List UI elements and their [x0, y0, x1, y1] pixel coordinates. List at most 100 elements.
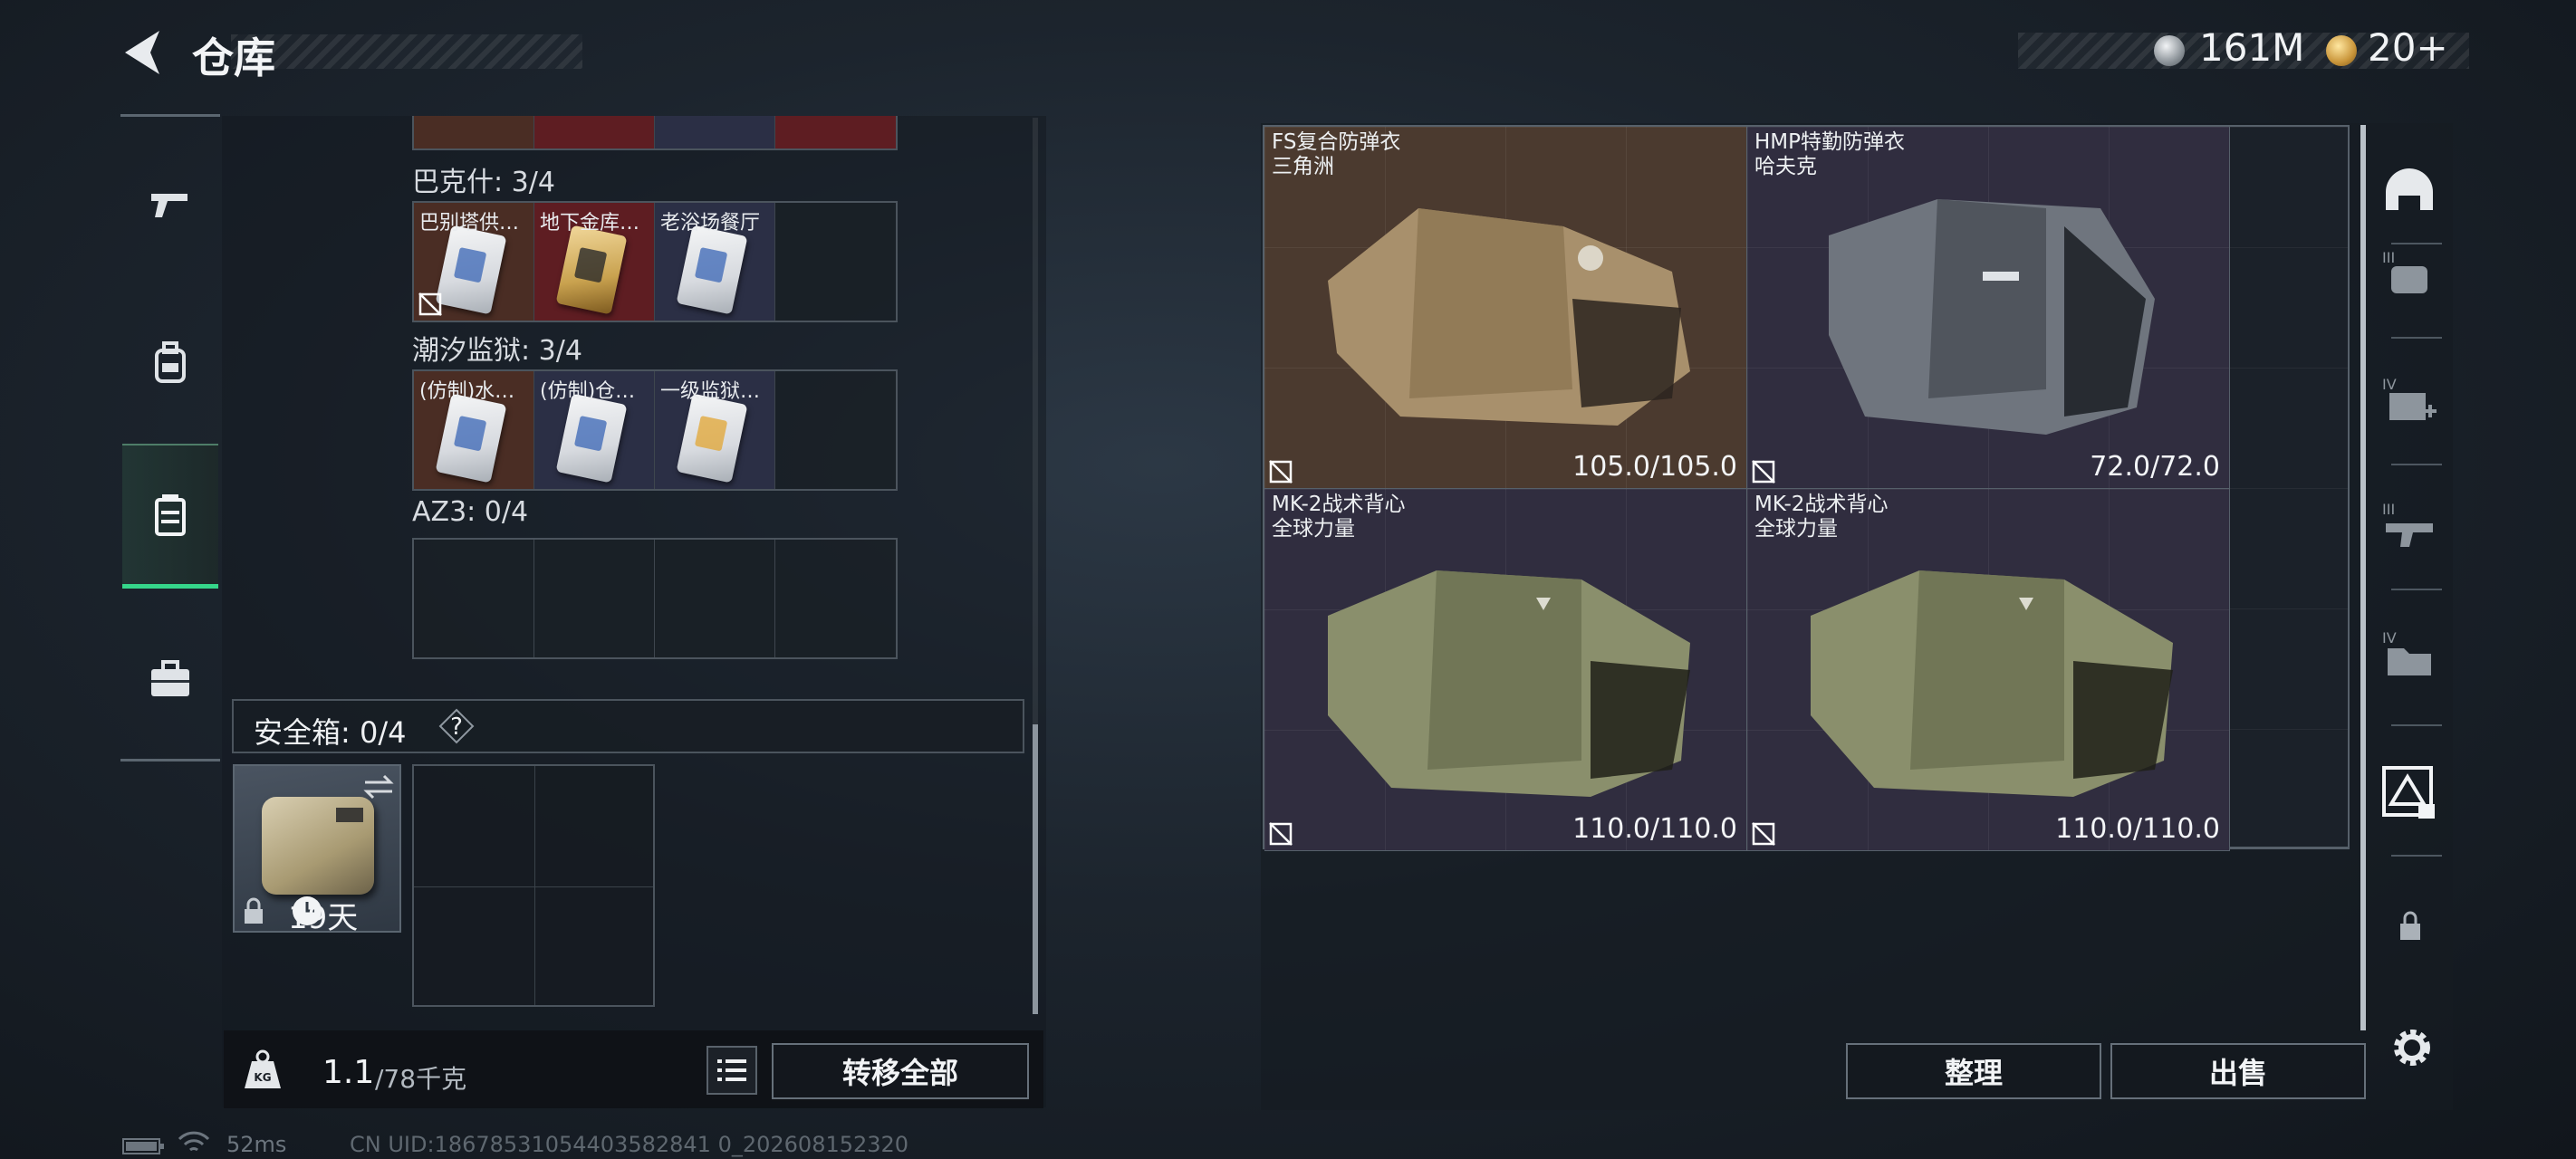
safe-case-days-remaining: 19天 — [288, 900, 359, 936]
armor-item-slot[interactable]: MK-2战术背心 全球力量 110.0/110.0 — [1747, 489, 2230, 851]
rail-divider — [120, 114, 220, 117]
keycard-icon — [676, 225, 748, 315]
armor-item-slot[interactable]: FS复合防弹衣 三角洲 105.0/105.0 — [1264, 127, 1747, 489]
list-view-button[interactable] — [706, 1046, 757, 1095]
key-section-label: 潮汐监狱: 3/4 — [412, 335, 582, 367]
armor-item-slot[interactable]: MK-2战术背心 全球力量 110.0/110.0 — [1264, 489, 1747, 851]
silver-coin-icon — [2154, 35, 2185, 66]
svg-text:IV: IV — [2382, 376, 2397, 393]
silver-currency-amount: 161M — [2199, 25, 2305, 70]
keycard-slot[interactable]: (仿制)水… — [414, 371, 534, 489]
empty-key-slot[interactable] — [775, 540, 896, 657]
key-grid: 巴别塔供… 地下金库… 老浴场餐厅 — [412, 201, 898, 322]
tier4-folder-filter-icon[interactable]: IV — [2379, 625, 2440, 686]
rail-divider — [120, 759, 220, 761]
empty-inventory-column[interactable] — [2230, 127, 2348, 848]
empty-key-slot[interactable] — [534, 540, 655, 657]
svg-text:?: ? — [450, 714, 463, 741]
header-stripe-decoration — [231, 34, 582, 69]
filter-divider — [2391, 589, 2442, 590]
helmet-filter-icon[interactable] — [2379, 159, 2440, 221]
key-grid: (仿制)水… (仿制)仓… 一级监狱… — [412, 369, 898, 491]
armor-durability: 110.0/110.0 — [1572, 813, 1737, 845]
tactical-vest-icon — [1328, 570, 1690, 797]
battery-icon — [122, 1138, 164, 1154]
weight-current: 1.1 — [322, 1054, 375, 1091]
filter-divider — [2391, 724, 2442, 726]
tier4-medkit-filter-icon[interactable]: IV — [2379, 371, 2440, 433]
briefcase-icon — [151, 660, 189, 696]
armor-grid: FS复合防弹衣 三角洲 105.0/105.0 HMP特勤防弹衣 哈夫克 72.0/… — [1263, 125, 2350, 851]
tactical-vest-icon — [1811, 570, 2173, 797]
key-grid — [412, 538, 898, 659]
body-armor-icon — [1829, 199, 2155, 435]
keycard-slot[interactable]: 一级监狱… — [655, 371, 775, 489]
weight-kg-icon: KG — [245, 1049, 281, 1088]
pistol-icon — [151, 194, 187, 217]
scrolled-row-remnant — [412, 116, 898, 154]
help-icon[interactable]: ? — [437, 706, 476, 746]
scrollbar-thumb[interactable] — [1033, 724, 1038, 1014]
gold-currency-amount: 20+ — [2368, 25, 2448, 70]
safe-box-grid[interactable] — [412, 764, 655, 1007]
keycard-slot[interactable]: 巴别塔供… — [414, 203, 534, 321]
empty-key-slot[interactable] — [414, 540, 534, 657]
empty-key-slot[interactable] — [775, 203, 896, 321]
no-transfer-icon — [1269, 460, 1293, 484]
no-transfer-icon — [1269, 822, 1293, 846]
keycard-icon — [676, 393, 748, 484]
storage-case-icon — [155, 493, 186, 536]
armor-durability: 110.0/110.0 — [2055, 813, 2220, 845]
svg-text:III: III — [2382, 249, 2395, 266]
keycard-slot[interactable]: (仿制)仓… — [534, 371, 655, 489]
gold-coin-icon — [2326, 35, 2357, 66]
svg-text:III: III — [2382, 501, 2395, 518]
empty-key-slot[interactable] — [655, 540, 775, 657]
armor-item-slot[interactable]: HMP特勤防弹衣 哈夫克 72.0/72.0 — [1747, 127, 2230, 489]
filter-divider — [2391, 464, 2442, 465]
user-uid: CN UID:18678531054403582841 0_2026081523… — [350, 1132, 909, 1157]
no-transfer-icon — [1752, 460, 1775, 484]
filter-divider — [2391, 337, 2442, 339]
keycard-slot[interactable]: 老浴场餐厅 — [655, 203, 775, 321]
inventory-scrollbar[interactable] — [2360, 125, 2366, 1030]
armor-durability: 105.0/105.0 — [1572, 451, 1737, 483]
filter-divider — [2391, 855, 2442, 857]
ping-readout: 52ms — [226, 1132, 287, 1157]
backpack-icon — [155, 341, 186, 383]
armor-durability: 72.0/72.0 — [2090, 451, 2220, 483]
storage-lock-icon[interactable] — [2379, 762, 2440, 824]
tier3-weapon-filter-icon[interactable]: III — [2379, 496, 2440, 558]
lock-icon — [245, 897, 263, 924]
keycard-icon — [435, 225, 507, 315]
key-section-label: AZ3: 0/4 — [412, 496, 529, 528]
tab-storage[interactable] — [122, 444, 218, 589]
no-transfer-icon — [1752, 822, 1775, 846]
svg-text:KG: KG — [254, 1071, 271, 1084]
svg-text:IV: IV — [2382, 629, 2397, 647]
swap-icon[interactable] — [361, 773, 396, 800]
tier3-armor-filter-icon[interactable]: III — [2379, 244, 2440, 306]
key-section-label: 巴克什: 3/4 — [412, 167, 555, 198]
body-armor-icon — [1328, 208, 1690, 426]
keycard-icon — [435, 393, 507, 484]
no-transfer-icon — [418, 292, 442, 316]
lock-icon[interactable] — [2397, 909, 2424, 942]
tab-weapons[interactable] — [122, 131, 218, 276]
organize-button[interactable]: 整理 — [1846, 1043, 2101, 1099]
empty-key-slot[interactable] — [775, 371, 896, 489]
wifi-icon — [178, 1131, 210, 1152]
keycard-icon — [555, 393, 628, 484]
list-icon — [717, 1059, 746, 1081]
weight-max: /78千克 — [375, 1064, 467, 1094]
sell-button[interactable]: 出售 — [2110, 1043, 2366, 1099]
settings-gear-icon[interactable] — [2388, 1023, 2437, 1072]
tab-equipment[interactable] — [122, 290, 218, 435]
safe-box-label: 安全箱: 0/4 — [254, 715, 407, 750]
back-arrow-icon[interactable] — [120, 27, 165, 78]
transfer-all-button[interactable]: 转移全部 — [772, 1043, 1029, 1099]
keycard-slot[interactable]: 地下金库… — [534, 203, 655, 321]
safe-case-icon — [262, 797, 374, 895]
tab-briefcase[interactable] — [122, 607, 218, 752]
keycard-icon — [555, 225, 628, 315]
